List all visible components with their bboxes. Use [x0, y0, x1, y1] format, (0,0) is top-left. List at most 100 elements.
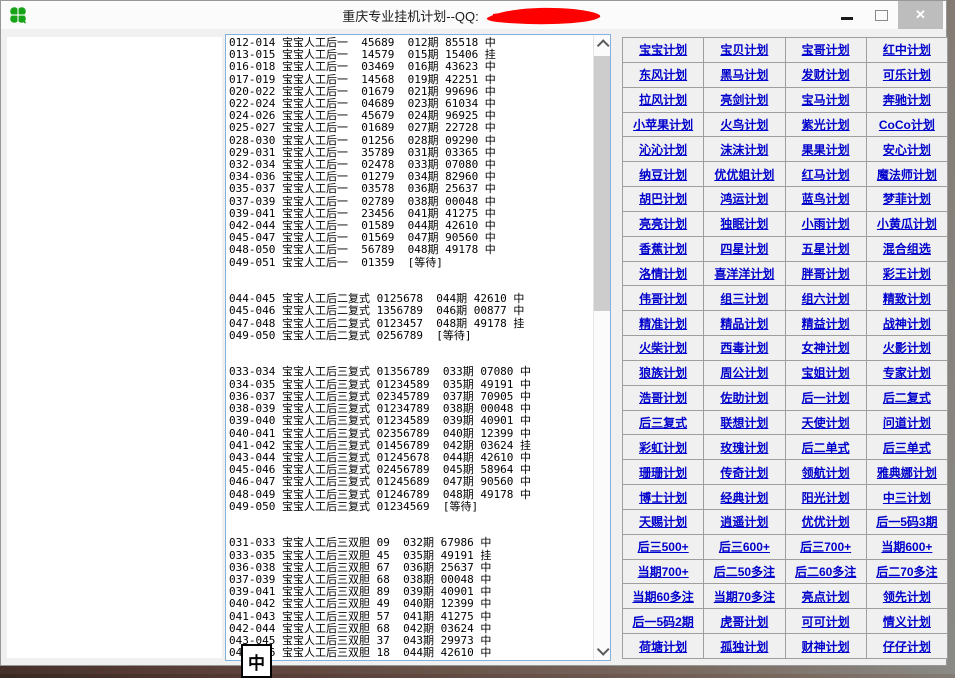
plan-link[interactable]: 可可计划 [802, 613, 850, 630]
plan-link[interactable]: 伟哥计划 [639, 290, 687, 307]
plan-link[interactable]: 后三600+ [719, 538, 770, 555]
plan-link[interactable]: 组六计划 [802, 290, 850, 307]
plan-link[interactable]: 优优姐计划 [714, 166, 774, 183]
plan-link[interactable]: 孤独计划 [720, 638, 768, 655]
plan-link[interactable]: 火鸟计划 [720, 116, 768, 133]
plan-link[interactable]: 宝哥计划 [802, 41, 850, 58]
plan-link[interactable]: 虎哥计划 [720, 613, 768, 630]
plan-link[interactable]: 后一5码3期 [876, 513, 937, 530]
plan-link[interactable]: 小雨计划 [802, 215, 850, 232]
plan-link[interactable]: 拉风计划 [639, 91, 687, 108]
plan-link[interactable]: 果果计划 [802, 141, 850, 158]
plan-link[interactable]: 当期600+ [881, 538, 932, 555]
close-button[interactable]: ✕ [898, 1, 943, 29]
plan-link[interactable]: 领航计划 [802, 464, 850, 481]
plan-link[interactable]: 后二复式 [883, 389, 931, 406]
plan-log-textbox[interactable]: 012-014 宝宝人工后一 45689 012期 85518 中 013-01… [225, 34, 611, 661]
plan-link[interactable]: 问道计划 [883, 414, 931, 431]
plan-link[interactable]: 宝贝计划 [720, 41, 768, 58]
plan-link[interactable]: 后一5码2期 [632, 613, 693, 630]
plan-link[interactable]: 亮亮计划 [639, 215, 687, 232]
plan-link[interactable]: 财神计划 [802, 638, 850, 655]
plan-link[interactable]: 后二50多注 [714, 563, 775, 580]
plan-link[interactable]: 玫瑰计划 [720, 439, 768, 456]
plan-link[interactable]: 专家计划 [883, 364, 931, 381]
plan-link[interactable]: 当期60多注 [632, 588, 693, 605]
plan-link[interactable]: 洛情计划 [639, 265, 687, 282]
plan-link[interactable]: 中三计划 [883, 489, 931, 506]
plan-link[interactable]: 五星计划 [802, 240, 850, 257]
log-scrollbar[interactable] [593, 35, 610, 660]
plan-link[interactable]: 传奇计划 [720, 464, 768, 481]
plan-link[interactable]: 小黄瓜计划 [877, 215, 937, 232]
plan-link[interactable]: 精品计划 [720, 315, 768, 332]
plan-link[interactable]: 火影计划 [883, 339, 931, 356]
plan-link[interactable]: 红中计划 [883, 41, 931, 58]
plan-link[interactable]: 后二60多注 [795, 563, 856, 580]
plan-link[interactable]: 纳豆计划 [639, 166, 687, 183]
plan-link[interactable]: 喜洋洋计划 [714, 265, 774, 282]
plan-link[interactable]: 后二70多注 [876, 563, 937, 580]
plan-link[interactable]: 后三700+ [800, 538, 851, 555]
plan-link[interactable]: 后二单式 [802, 439, 850, 456]
plan-link[interactable]: 狼族计划 [639, 364, 687, 381]
scroll-down-icon[interactable] [594, 643, 610, 660]
plan-link[interactable]: 独眠计划 [720, 215, 768, 232]
plan-link[interactable]: 发财计划 [802, 66, 850, 83]
plan-link[interactable]: 安心计划 [883, 141, 931, 158]
plan-link[interactable]: 领先计划 [883, 588, 931, 605]
plan-link[interactable]: 女神计划 [802, 339, 850, 356]
plan-link[interactable]: 当期700+ [638, 563, 689, 580]
maximize-button[interactable] [864, 1, 898, 29]
plan-link[interactable]: 仔仔计划 [883, 638, 931, 655]
plan-link[interactable]: 彩虹计划 [639, 439, 687, 456]
plan-link[interactable]: 胖哥计划 [802, 265, 850, 282]
plan-link[interactable]: 鸿运计划 [720, 190, 768, 207]
plan-link[interactable]: 后三复式 [639, 414, 687, 431]
plan-link[interactable]: 红马计划 [802, 166, 850, 183]
plan-link[interactable]: 逍遥计划 [720, 513, 768, 530]
plan-link[interactable]: 混合组选 [883, 240, 931, 257]
minimize-button[interactable] [830, 1, 864, 29]
plan-link[interactable]: 小苹果计划 [633, 116, 693, 133]
plan-link[interactable]: CoCo计划 [879, 116, 935, 133]
plan-link[interactable]: 联想计划 [720, 414, 768, 431]
plan-link[interactable]: 蓝鸟计划 [802, 190, 850, 207]
plan-link[interactable]: 东风计划 [639, 66, 687, 83]
plan-link[interactable]: 精准计划 [639, 315, 687, 332]
plan-link[interactable]: 香蕉计划 [639, 240, 687, 257]
plan-link[interactable]: 后三500+ [638, 538, 689, 555]
plan-link[interactable]: 后一计划 [802, 389, 850, 406]
plan-link[interactable]: 天赐计划 [639, 513, 687, 530]
plan-link[interactable]: 可乐计划 [883, 66, 931, 83]
plan-link[interactable]: 组三计划 [720, 290, 768, 307]
plan-link[interactable]: 亮点计划 [802, 588, 850, 605]
plan-link[interactable]: 精益计划 [802, 315, 850, 332]
plan-link[interactable]: 战神计划 [883, 315, 931, 332]
plan-link[interactable]: 周公计划 [720, 364, 768, 381]
plan-link[interactable]: 彩王计划 [883, 265, 931, 282]
plan-link[interactable]: 博士计划 [639, 489, 687, 506]
plan-link[interactable]: 阳光计划 [802, 489, 850, 506]
plan-link[interactable]: 紫光计划 [802, 116, 850, 133]
plan-link[interactable]: 梦菲计划 [883, 190, 931, 207]
scrollbar-thumb[interactable] [594, 56, 610, 311]
plan-link[interactable]: 胡巴计划 [639, 190, 687, 207]
plan-link[interactable]: 奔驰计划 [883, 91, 931, 108]
plan-link[interactable]: 沫沫计划 [720, 141, 768, 158]
plan-link[interactable]: 优优计划 [802, 513, 850, 530]
plan-link[interactable]: 宝姐计划 [802, 364, 850, 381]
plan-link[interactable]: 四星计划 [720, 240, 768, 257]
plan-link[interactable]: 后三单式 [883, 439, 931, 456]
plan-link[interactable]: 黑马计划 [720, 66, 768, 83]
plan-link[interactable]: 佐助计划 [720, 389, 768, 406]
scroll-up-icon[interactable] [594, 35, 610, 52]
plan-link[interactable]: 宝宝计划 [639, 41, 687, 58]
plan-link[interactable]: 魔法师计划 [877, 166, 937, 183]
plan-link[interactable]: 天使计划 [802, 414, 850, 431]
plan-link[interactable]: 雅典娜计划 [877, 464, 937, 481]
plan-link[interactable]: 亮剑计划 [720, 91, 768, 108]
plan-link[interactable]: 经典计划 [720, 489, 768, 506]
plan-link[interactable]: 情义计划 [883, 613, 931, 630]
plan-link[interactable]: 宝马计划 [802, 91, 850, 108]
